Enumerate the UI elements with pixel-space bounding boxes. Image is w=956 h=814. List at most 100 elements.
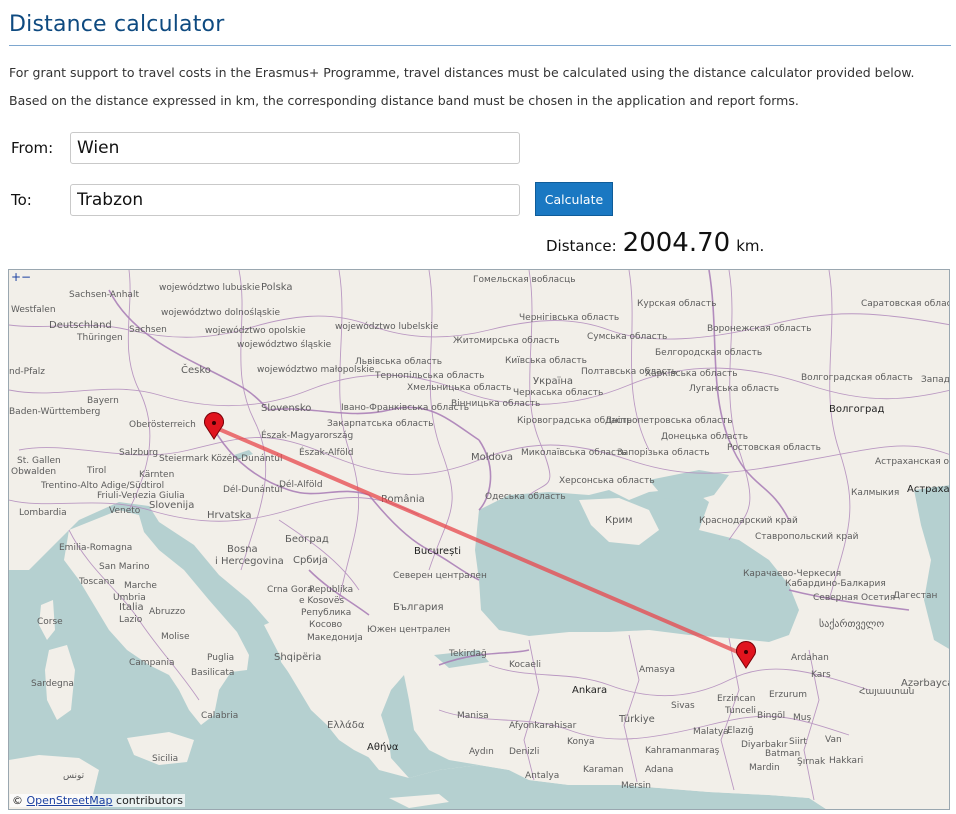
map-label: საქართველო [819, 618, 884, 630]
map-label: Veneto [109, 506, 141, 516]
map-label: Київська область [505, 356, 587, 366]
map-label: Erzincan [717, 694, 755, 704]
map-label: Кабардино-Балкария [785, 579, 886, 589]
map-label: Dél-Alföld [279, 479, 323, 490]
map-label: Северен централен [393, 571, 487, 581]
map-label: Oberösterreich [129, 420, 196, 430]
map-label: Београд [285, 534, 329, 545]
map-label: San Marino [99, 562, 150, 572]
map-label: Bayern [87, 396, 119, 406]
map-label: Salzburg [119, 448, 158, 458]
map-label: Dél-Dunántúl [223, 484, 283, 495]
map-label: St. Gallen [17, 456, 61, 466]
map-label: Саратовская область [861, 299, 950, 309]
map-label: Siirt [789, 737, 807, 747]
map-label: Черкаська область [513, 388, 603, 398]
map-label: Крим [605, 515, 633, 526]
route-map[interactable]: Sachsen-Anhalt Deutschland Sachsen Thüri… [8, 269, 950, 810]
map-label: Calabria [201, 711, 238, 721]
map-label: Kärnten [139, 470, 174, 480]
map-label: Հայաստան [859, 687, 914, 697]
page-title: Distance calculator [9, 12, 225, 37]
map-label: Луганська область [689, 384, 779, 394]
map-label: Дагестан [893, 591, 938, 601]
map-label: e Kosovës [299, 596, 344, 606]
map-label: Erzurum [769, 690, 807, 700]
map-label: Thüringen [76, 333, 123, 343]
calculate-button[interactable]: Calculate [535, 182, 613, 216]
description-line-2: Based on the distance expressed in km, t… [9, 93, 799, 108]
distance-label: Distance: [546, 237, 617, 255]
map-label: Република [301, 608, 351, 618]
from-label: From: [11, 139, 54, 157]
map-label: województwo lubelskie [335, 321, 439, 332]
map-label: Sachsen-Anhalt [69, 290, 139, 300]
map-label: Sardegna [31, 679, 74, 689]
map-label: Molise [161, 632, 190, 642]
map-label: Italia [119, 602, 144, 613]
to-input[interactable] [70, 184, 520, 216]
map-label: Trentino-Alto Adige/Südtirol [40, 481, 164, 491]
map-label: nd-Pfalz [9, 367, 45, 377]
map-label: Хмельницька область [407, 383, 511, 393]
map-label: Ростовская область [727, 443, 821, 453]
map-label: Донецька область [661, 432, 748, 442]
map-label: Одеська область [485, 492, 566, 502]
zoom-control[interactable]: +− [11, 271, 31, 283]
map-label: i Hercegovina [215, 556, 284, 567]
map-label: Херсонська область [559, 476, 655, 486]
map-label: Харківська область [645, 369, 738, 379]
map-label: Batman [765, 749, 800, 759]
description-line-1: For grant support to travel costs in the… [9, 65, 915, 80]
map-label: Sicilia [152, 754, 178, 764]
map-label: Hakkari [829, 756, 863, 766]
map-label: Steiermark [159, 454, 209, 464]
map-label: Ставропольский край [755, 532, 859, 542]
map-label: Şırnak [797, 757, 826, 767]
map-label: Lombardia [19, 508, 67, 518]
map-label: Észak-Magyarország [261, 429, 353, 441]
map-label: Вінницька область [451, 399, 540, 409]
map-label: Македонија [307, 633, 363, 643]
map-label: Türkiye [618, 714, 655, 725]
map-label: Moldova [471, 452, 513, 463]
map-label: Тернопільська область [374, 371, 484, 381]
map-label: Toscana [78, 577, 115, 587]
map-label: تونس [63, 771, 85, 781]
map-label: Bingöl [757, 711, 785, 721]
map-label: Slovensko [261, 403, 311, 414]
map-label: Mersin [621, 781, 651, 791]
map-label: Campania [129, 658, 175, 668]
map-label: Mardin [749, 763, 780, 773]
map-label: Запорізька область [617, 448, 710, 458]
map-label: Южен централен [367, 625, 450, 635]
map-label: Marche [124, 581, 157, 591]
map-label: Србија [293, 554, 328, 566]
map-label: Калмыкия [851, 488, 899, 498]
map-label: Česko [181, 363, 211, 376]
map-canvas[interactable]: Sachsen-Anhalt Deutschland Sachsen Thüri… [9, 270, 950, 810]
map-label: Львівська область [355, 357, 442, 367]
map-label: Kahramanmaraş [645, 746, 720, 756]
map-label: Slovenija [149, 500, 194, 511]
map-label: Emilia-Romagna [59, 543, 132, 553]
map-label: Észak-Alföld [299, 446, 353, 458]
map-label: Закарпатська область [327, 419, 433, 429]
map-label: województwo lubuskie [159, 282, 260, 293]
map-label: București [414, 546, 461, 557]
map-label: Antalya [525, 771, 559, 781]
map-label: Чернігівська область [519, 313, 619, 323]
map-label: Миколаївська область [521, 448, 627, 458]
map-label: Westfalen [11, 305, 56, 315]
distance-result: Distance: 2004.70 km. [546, 228, 764, 258]
openstreetmap-link[interactable]: OpenStreetMap [27, 794, 113, 807]
map-label: Карачаево-Черкесия [743, 569, 841, 579]
map-label: Tunceli [724, 706, 756, 716]
map-label: Adana [645, 765, 673, 775]
map-label: Amasya [639, 665, 675, 675]
map-label: Sivas [671, 701, 695, 711]
map-label: województwo dolnośląskie [161, 307, 281, 318]
from-input[interactable] [70, 132, 520, 164]
map-label: Kocaeli [509, 660, 541, 670]
map-label: Воронежская область [707, 324, 811, 334]
